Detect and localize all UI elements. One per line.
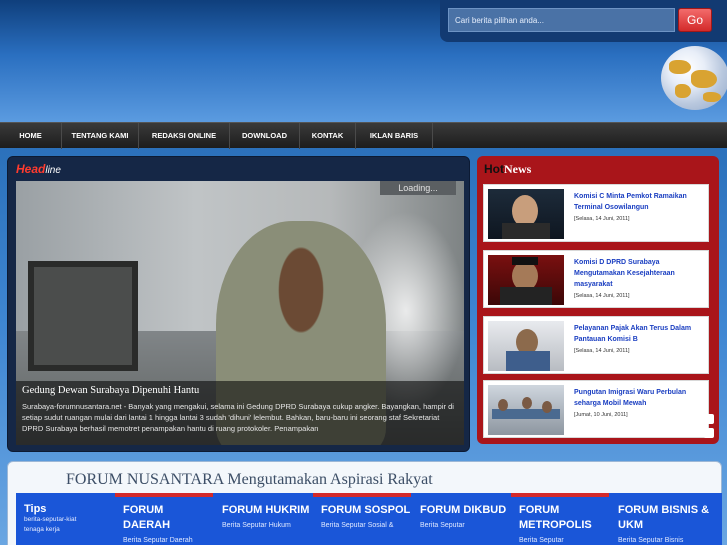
scroll-up-button[interactable] bbox=[704, 414, 714, 424]
loading-indicator: Loading... bbox=[380, 181, 456, 195]
search-bar: Go bbox=[440, 0, 727, 42]
forum-category[interactable]: FORUM DAERAH Berita Seputar Daerah bbox=[115, 493, 213, 545]
nav-download[interactable]: DOWNLOAD bbox=[230, 123, 300, 149]
forum-category-title[interactable]: FORUM SOSPOL bbox=[321, 503, 411, 518]
news-date: [Selasa, 14 Juni, 2011] bbox=[574, 216, 630, 222]
hot-news-item[interactable]: Komisi C Minta Pemkot Ramaikan Terminal … bbox=[483, 184, 709, 242]
headline-heading: Headline bbox=[16, 162, 61, 176]
news-thumbnail bbox=[488, 385, 564, 435]
site-header: Go bbox=[0, 0, 727, 122]
forum-category-sub: Berita Seputar Bisnis bbox=[618, 537, 684, 544]
news-thumbnail bbox=[488, 189, 564, 239]
tips-link[interactable]: tenaga kerja bbox=[24, 525, 114, 535]
news-headline[interactable]: Komisi C Minta Pemkot Ramaikan Terminal … bbox=[574, 191, 708, 213]
forum-category[interactable]: FORUM BISNIS & UKM Berita Seputar Bisnis bbox=[610, 493, 722, 545]
forum-category-sub: Berita Seputar bbox=[420, 522, 465, 529]
hot-news-item[interactable]: Pungutan Imigrasi Waru Perbulan seharga … bbox=[483, 380, 709, 438]
forum-category-title[interactable]: FORUM DAERAH bbox=[123, 503, 213, 533]
news-thumbnail bbox=[488, 255, 564, 305]
main-nav: HOME TENTANG KAMI REDAKSI ONLINE DOWNLOA… bbox=[0, 122, 727, 149]
go-button[interactable]: Go bbox=[678, 8, 712, 32]
forum-category-sub: Berita Seputar Sosial & bbox=[321, 522, 394, 529]
headline-panel: Headline Loading... Gedung Dewan Surabay… bbox=[7, 156, 470, 452]
headline-caption: Gedung Dewan Surabaya Dipenuhi Hantu Sur… bbox=[16, 381, 464, 445]
tips-column: Tips berita-seputar-kiat tenaga kerja bbox=[16, 493, 114, 545]
nav-iklan-baris[interactable]: IKLAN BARIS bbox=[356, 123, 433, 149]
forum-category-sub: Berita Seputar Hukum bbox=[222, 522, 291, 529]
nav-redaksi-online[interactable]: REDAKSI ONLINE bbox=[139, 123, 230, 149]
forum-title: FORUM NUSANTARA Mengutamakan Aspirasi Ra… bbox=[66, 471, 433, 488]
caption-title[interactable]: Gedung Dewan Surabaya Dipenuhi Hantu bbox=[22, 385, 458, 396]
tips-link[interactable]: berita-seputar-kiat bbox=[24, 515, 114, 525]
tips-heading: Tips bbox=[24, 503, 47, 515]
forum-category-title[interactable]: FORUM BISNIS & UKM bbox=[618, 503, 722, 533]
search-input[interactable] bbox=[448, 8, 675, 32]
forum-category-sub: Berita Seputar Daerah bbox=[123, 537, 193, 544]
nav-kontak[interactable]: KONTAK bbox=[300, 123, 356, 149]
caption-text: Surabaya-forumnusantara.net - Banyak yan… bbox=[22, 402, 454, 433]
hot-news-heading: HotNews bbox=[484, 162, 532, 176]
news-date: [Selasa, 14 Juni, 2011] bbox=[574, 293, 630, 299]
forum-category-sub: Berita Seputar bbox=[519, 537, 564, 544]
news-headline[interactable]: Komisi D DPRD Surabaya Mengutamakan Kese… bbox=[574, 257, 708, 290]
forum-category[interactable]: FORUM SOSPOL Berita Seputar Sosial & bbox=[313, 493, 411, 545]
forum-category[interactable]: FORUM HUKRIM Berita Seputar Hukum bbox=[214, 493, 312, 545]
scroll-down-button[interactable] bbox=[704, 428, 714, 438]
headline-photo[interactable]: Loading... Gedung Dewan Surabaya Dipenuh… bbox=[16, 181, 464, 445]
forum-category[interactable]: FORUM METROPOLIS Berita Seputar bbox=[511, 493, 609, 545]
news-headline[interactable]: Pelayanan Pajak Akan Terus Dalam Pantaua… bbox=[574, 323, 708, 345]
forum-category-title[interactable]: FORUM HUKRIM bbox=[222, 503, 312, 518]
forum-panel: FORUM NUSANTARA Mengutamakan Aspirasi Ra… bbox=[7, 461, 722, 545]
nav-tentang-kami[interactable]: TENTANG KAMI bbox=[62, 123, 139, 149]
hot-news-item[interactable]: Komisi D DPRD Surabaya Mengutamakan Kese… bbox=[483, 250, 709, 308]
monitor-image bbox=[28, 261, 138, 371]
forum-categories: Tips berita-seputar-kiat tenaga kerja FO… bbox=[16, 493, 722, 545]
hot-news-item[interactable]: Pelayanan Pajak Akan Terus Dalam Pantaua… bbox=[483, 316, 709, 374]
globe-logo bbox=[661, 46, 727, 110]
news-date: [Jumat, 10 Juni, 2011] bbox=[574, 412, 628, 418]
nav-home[interactable]: HOME bbox=[0, 123, 62, 149]
forum-category-title[interactable]: FORUM METROPOLIS bbox=[519, 503, 609, 533]
forum-category-title[interactable]: FORUM DIKBUD bbox=[420, 503, 510, 518]
forum-category[interactable]: FORUM DIKBUD Berita Seputar bbox=[412, 493, 510, 545]
news-headline[interactable]: Pungutan Imigrasi Waru Perbulan seharga … bbox=[574, 387, 708, 409]
news-date: [Selasa, 14 Juni, 2011] bbox=[574, 348, 630, 354]
hot-news-panel: HotNews Komisi C Minta Pemkot Ramaikan T… bbox=[477, 156, 719, 444]
news-thumbnail bbox=[488, 321, 564, 371]
